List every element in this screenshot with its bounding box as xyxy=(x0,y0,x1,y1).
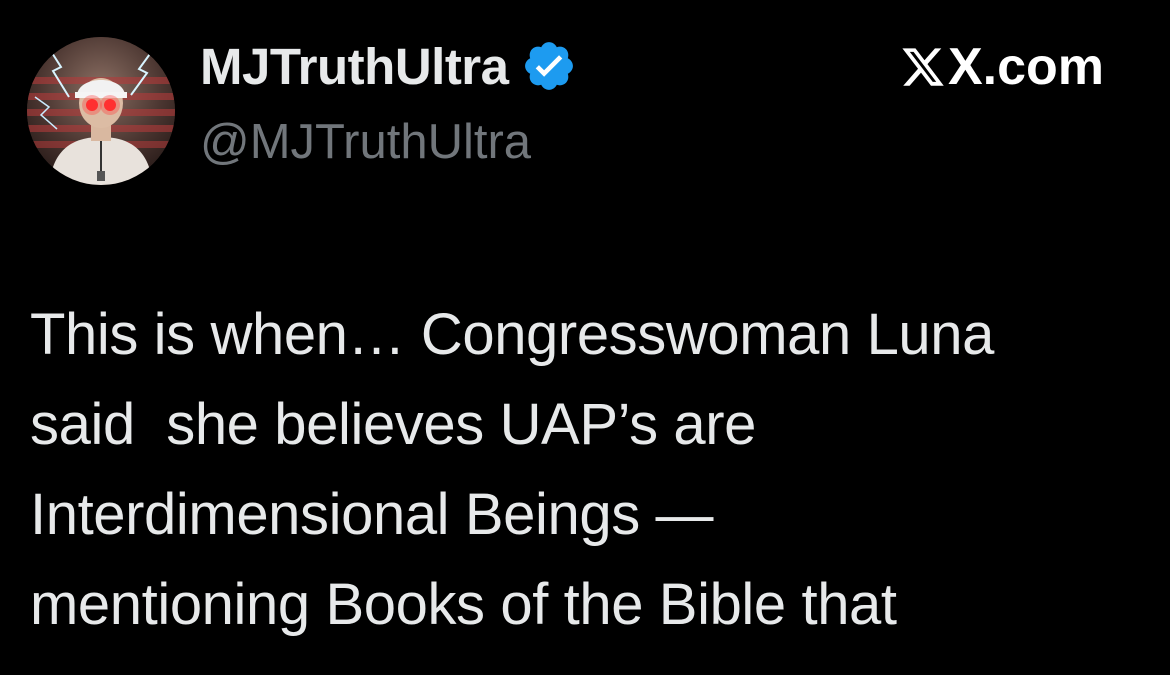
tweet-text-line: mentioning Books of the Bible that xyxy=(30,572,897,637)
avatar-image xyxy=(27,37,175,185)
site-label: X.com xyxy=(900,37,1104,97)
site-text: X.com xyxy=(947,38,1104,96)
tweet-text-line: Interdimensional Beings — xyxy=(30,482,714,547)
verified-badge-icon xyxy=(521,38,577,94)
tweet-text-line: This is when… Congresswoman Luna xyxy=(30,302,994,367)
author-handle[interactable]: @MJTruthUltra xyxy=(200,118,531,167)
tweet-header: MJTruthUltra @MJTruthUltra X.com xyxy=(0,0,1170,200)
author-name-row[interactable]: MJTruthUltra xyxy=(200,33,577,99)
tweet-text: This is when… Congresswoman Luna said sh… xyxy=(30,290,1150,650)
avatar[interactable] xyxy=(27,37,175,185)
author-display-name[interactable]: MJTruthUltra xyxy=(200,41,509,92)
x-logo-icon xyxy=(900,44,946,90)
tweet-text-line: said she believes UAP’s are xyxy=(30,392,757,457)
